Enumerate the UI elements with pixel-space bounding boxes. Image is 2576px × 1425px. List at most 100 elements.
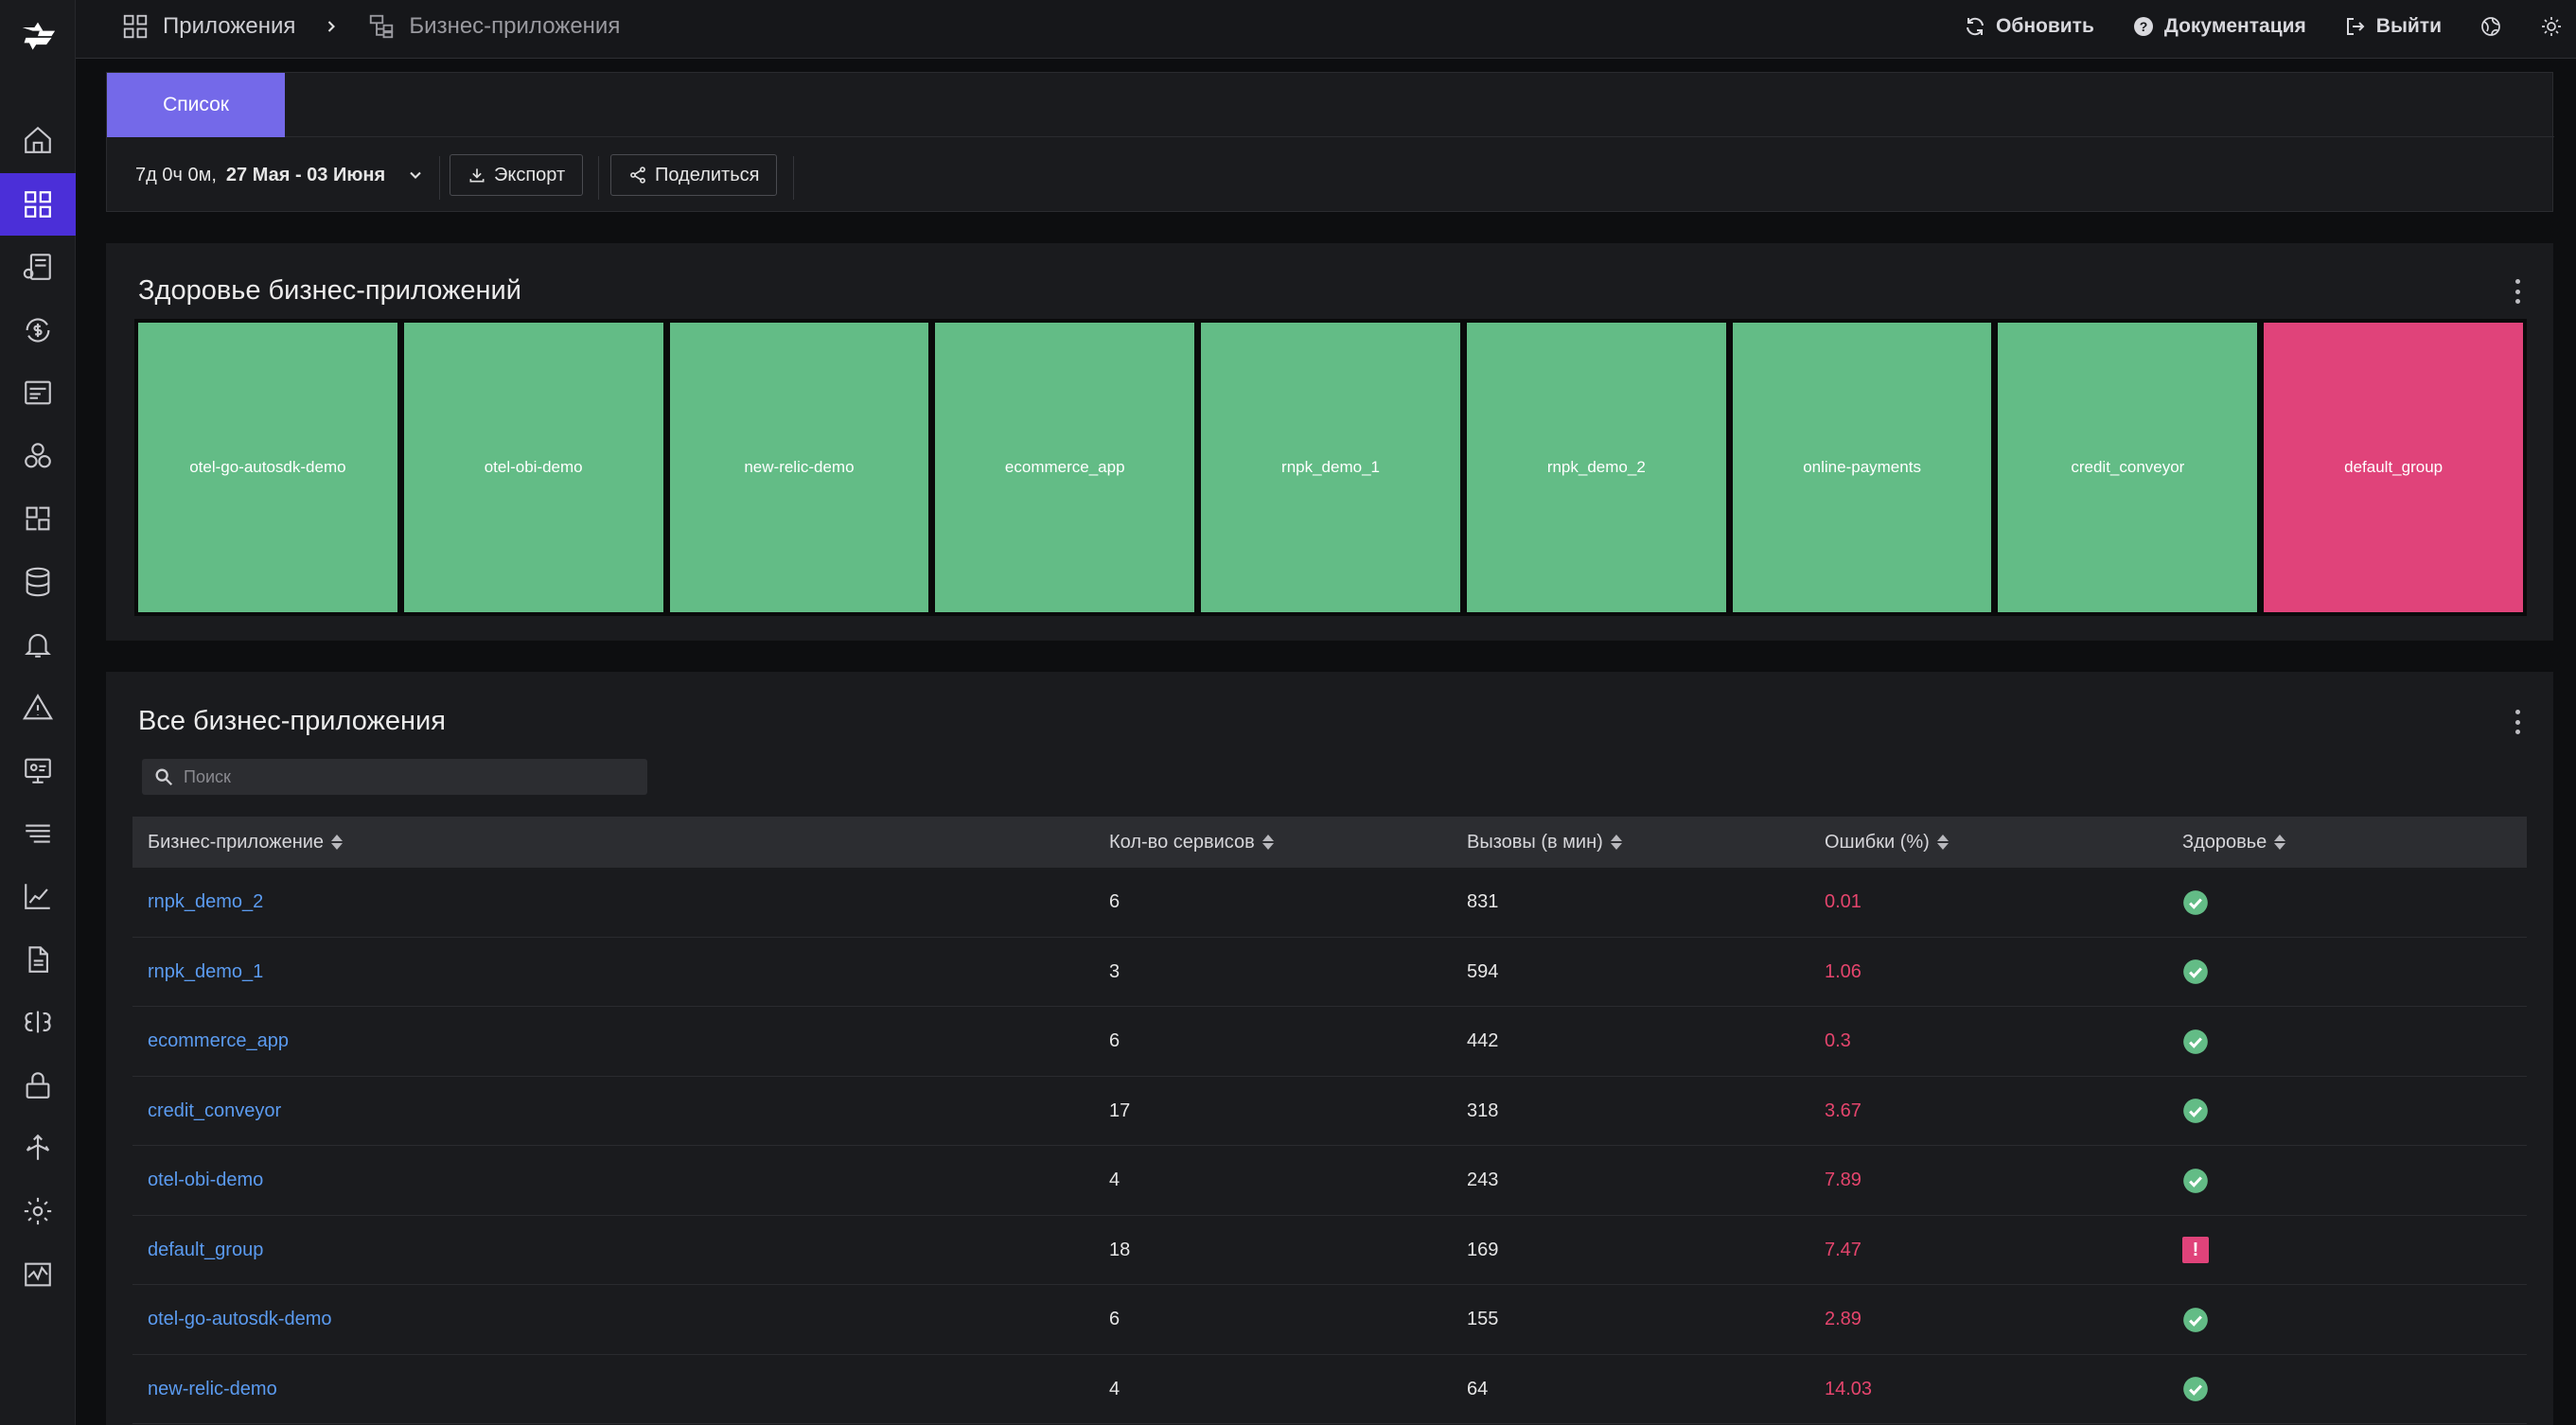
app-name-link[interactable]: new-relic-demo bbox=[148, 1355, 277, 1424]
check-circle-icon bbox=[2183, 959, 2208, 984]
theme-toggle[interactable] bbox=[2540, 15, 2563, 38]
health-tile-new-relic-demo[interactable]: new-relic-demo bbox=[669, 323, 929, 612]
help-icon: ? bbox=[2133, 17, 2153, 36]
nav-routing[interactable] bbox=[0, 1117, 76, 1179]
health-tile-ecommerce_app[interactable]: ecommerce_app bbox=[935, 323, 1195, 612]
breadcrumb-applications[interactable]: Приложения bbox=[163, 13, 295, 40]
services-count: 17 bbox=[1109, 1100, 1131, 1121]
column-header-4[interactable]: Здоровье bbox=[2182, 817, 2286, 868]
nav-security[interactable] bbox=[0, 1054, 76, 1117]
nav-incidents[interactable] bbox=[0, 677, 76, 739]
search-input[interactable] bbox=[184, 766, 638, 787]
health-panel-menu-icon[interactable] bbox=[2512, 279, 2523, 304]
health-tile-online-payments[interactable]: online-payments bbox=[1732, 323, 1992, 612]
health-tile-credit_conveyor[interactable]: credit_conveyor bbox=[1998, 323, 2258, 612]
health-cell bbox=[2182, 1077, 2209, 1146]
breadcrumb-business-apps: Бизнес-приложения bbox=[409, 13, 621, 39]
list-icon bbox=[25, 380, 51, 405]
health-tile-otel-obi-demo[interactable]: otel-obi-demo bbox=[403, 323, 663, 612]
grid-icon bbox=[123, 14, 148, 39]
nav-business[interactable] bbox=[0, 299, 76, 361]
nav-reports[interactable] bbox=[0, 928, 76, 991]
gear-icon bbox=[24, 1197, 52, 1225]
refresh-button[interactable]: Обновить bbox=[1964, 15, 2094, 38]
sort-icon[interactable] bbox=[2274, 835, 2286, 850]
sort-icon[interactable] bbox=[1610, 835, 1622, 850]
column-header-3[interactable]: Ошибки (%) bbox=[1825, 817, 1949, 868]
health-tile-rnpk_demo_2[interactable]: rnpk_demo_2 bbox=[1466, 323, 1726, 612]
app-root: Приложения Бизнес-приложения Обновить ? … bbox=[0, 0, 2576, 1425]
sort-icon[interactable] bbox=[1936, 835, 1949, 850]
errors-percent: 0.3 bbox=[1825, 1030, 1851, 1051]
logo-icon[interactable] bbox=[15, 17, 61, 57]
app-name-link[interactable]: otel-go-autosdk-demo bbox=[148, 1285, 332, 1354]
nav-alerts[interactable] bbox=[0, 613, 76, 676]
nav-settings[interactable] bbox=[0, 1180, 76, 1242]
column-header-1[interactable]: Кол-во сервисов bbox=[1109, 817, 1274, 868]
apps-table-menu-icon[interactable] bbox=[2512, 710, 2523, 734]
calls-per-min: 64 bbox=[1467, 1378, 1489, 1399]
health-tile-default_group[interactable]: default_group bbox=[2264, 323, 2524, 612]
topbar: Приложения Бизнес-приложения Обновить ? … bbox=[76, 0, 2576, 59]
calls-per-min: 169 bbox=[1467, 1239, 1499, 1260]
globe-icon bbox=[2481, 17, 2500, 36]
tab-list[interactable]: Список bbox=[107, 73, 285, 137]
home-icon bbox=[25, 126, 51, 153]
health-tile-rnpk_demo_1[interactable]: rnpk_demo_1 bbox=[1201, 323, 1460, 612]
circles-icon bbox=[25, 443, 51, 468]
sitemap-icon bbox=[370, 14, 394, 39]
nav-logs[interactable] bbox=[0, 361, 76, 424]
app-name-link[interactable]: rnpk_demo_1 bbox=[148, 938, 263, 1007]
document-icon bbox=[28, 946, 48, 973]
divider bbox=[439, 156, 440, 200]
services-count: 4 bbox=[1109, 1170, 1120, 1190]
share-button[interactable]: Поделиться bbox=[610, 154, 778, 196]
column-header-2[interactable]: Вызовы (в мин) bbox=[1467, 817, 1622, 868]
app-name-link[interactable]: default_group bbox=[148, 1216, 263, 1285]
health-panel: Здоровье бизнес-приложений otel-go-autos… bbox=[106, 243, 2553, 641]
activity-icon bbox=[25, 1262, 51, 1287]
monitor-settings-icon bbox=[25, 758, 51, 783]
health-tile-otel-go-autosdk-demo[interactable]: otel-go-autosdk-demo bbox=[138, 323, 397, 612]
errors-percent: 1.06 bbox=[1825, 960, 1861, 982]
errors-percent: 7.89 bbox=[1825, 1170, 1861, 1190]
date-range-picker[interactable]: 7д 0ч 0м, 27 Мая - 03 Июня bbox=[135, 137, 425, 213]
sort-icon[interactable] bbox=[1262, 835, 1274, 850]
nav-applications[interactable] bbox=[0, 173, 76, 236]
app-name-link[interactable]: rnpk_demo_2 bbox=[148, 868, 263, 937]
calls-per-min: 318 bbox=[1467, 1100, 1499, 1121]
calls-per-min: 155 bbox=[1467, 1309, 1499, 1329]
language-button[interactable] bbox=[2479, 15, 2502, 38]
table-row: default_group 18 169 7.47! bbox=[132, 1216, 2527, 1285]
nav-synthetics[interactable] bbox=[0, 739, 76, 801]
sort-icon[interactable] bbox=[331, 835, 344, 850]
column-header-label: Ошибки (%) bbox=[1825, 831, 1930, 853]
column-header-0[interactable]: Бизнес-приложение bbox=[148, 817, 344, 868]
logout-icon bbox=[2346, 18, 2365, 35]
app-name-link[interactable]: credit_conveyor bbox=[148, 1077, 281, 1146]
nav-ai[interactable] bbox=[0, 991, 76, 1053]
table-row: otel-go-autosdk-demo 6 155 2.89 bbox=[132, 1285, 2527, 1355]
docs-button[interactable]: ? Документация bbox=[2132, 15, 2306, 38]
column-header-label: Здоровье bbox=[2182, 831, 2267, 853]
svg-text:?: ? bbox=[2140, 19, 2148, 34]
nav-pipelines[interactable] bbox=[0, 802, 76, 865]
health-cell: ! bbox=[2182, 1216, 2209, 1285]
nav-home[interactable] bbox=[0, 109, 76, 171]
nav-metrics[interactable] bbox=[0, 865, 76, 927]
check-circle-icon bbox=[2183, 1029, 2208, 1054]
table-row: rnpk_demo_2 6 831 0.01 bbox=[132, 868, 2527, 938]
top-actions: Обновить ? Документация Выйти bbox=[1964, 0, 2563, 53]
nav-database[interactable] bbox=[0, 551, 76, 613]
export-button[interactable]: Экспорт bbox=[450, 154, 584, 196]
services-count: 6 bbox=[1109, 1309, 1120, 1329]
nav-services[interactable] bbox=[0, 236, 76, 298]
app-name-link[interactable]: otel-obi-demo bbox=[148, 1146, 263, 1215]
download-icon bbox=[469, 168, 485, 183]
app-name-link[interactable]: ecommerce_app bbox=[148, 1007, 289, 1076]
nav-activity[interactable] bbox=[0, 1243, 76, 1306]
nav-integrations[interactable] bbox=[0, 487, 76, 550]
nav-topology[interactable] bbox=[0, 425, 76, 487]
logout-button[interactable]: Выйти bbox=[2344, 15, 2442, 38]
database-icon bbox=[26, 567, 50, 597]
